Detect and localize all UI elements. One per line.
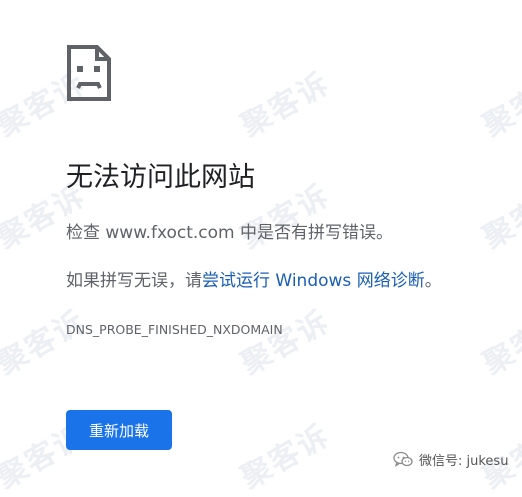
watermark: 聚客诉 xyxy=(477,65,522,145)
spelling-suffix: 。 xyxy=(424,271,442,291)
check-prefix: 检查 xyxy=(66,223,106,243)
wechat-icon xyxy=(393,451,413,468)
check-suffix: 中是否有拼写错误。 xyxy=(234,223,394,243)
watermark: 聚客诉 xyxy=(0,303,93,383)
wechat-id-label: 微信号: jukesu xyxy=(419,454,509,469)
error-code: DNS_PROBE_FINISHED_NXDOMAIN xyxy=(66,322,283,337)
watermark: 聚客诉 xyxy=(235,65,337,145)
check-spelling-message: 检查 www.fxoct.com 中是否有拼写错误。 xyxy=(66,221,393,245)
sad-document-icon xyxy=(66,44,112,102)
reload-button[interactable]: 重新加载 xyxy=(66,410,172,450)
domain-name: www.fxoct.com xyxy=(105,223,235,243)
watermark: 聚客诉 xyxy=(477,177,522,257)
run-diagnostics-link[interactable]: 尝试运行 Windows 网络诊断 xyxy=(202,271,425,291)
wechat-footer: 微信号: jukesu xyxy=(393,450,508,469)
page-title: 无法访问此网站 xyxy=(66,162,255,193)
spelling-prefix: 如果拼写无误，请 xyxy=(66,271,202,291)
watermark: 聚客诉 xyxy=(235,303,337,383)
watermark: 聚客诉 xyxy=(477,303,522,383)
diagnostics-message: 如果拼写无误，请尝试运行 Windows 网络诊断。 xyxy=(66,269,442,293)
watermark: 聚客诉 xyxy=(235,417,337,497)
